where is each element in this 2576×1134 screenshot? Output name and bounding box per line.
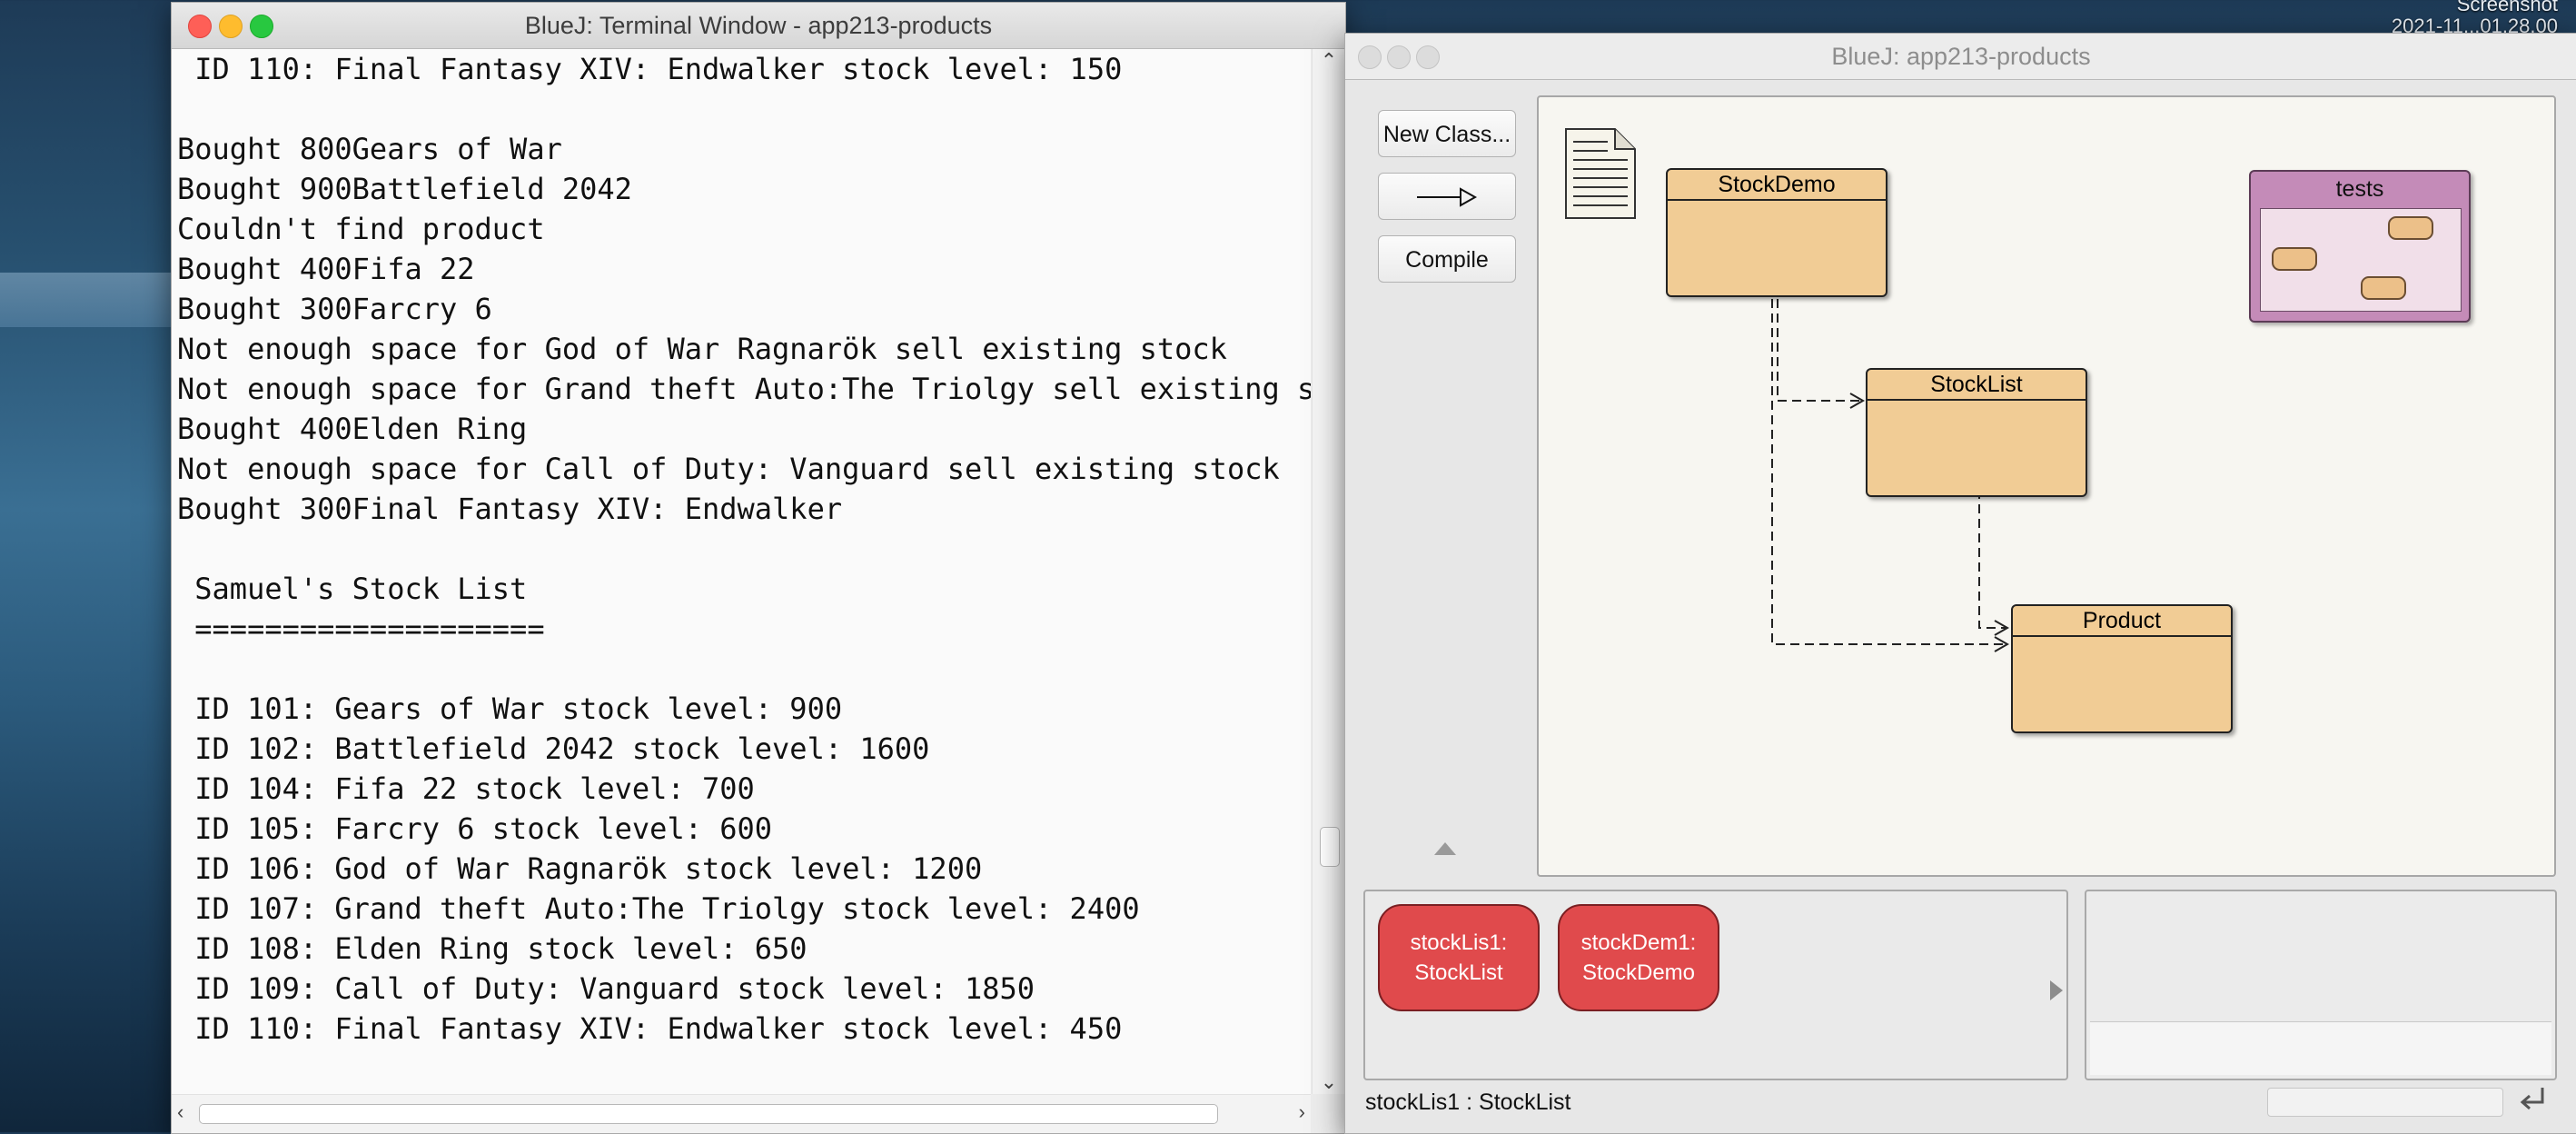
class-stockdemo-name: StockDemo xyxy=(1668,170,1886,201)
terminal-window: BlueJ: Terminal Window - app213-products… xyxy=(171,2,1346,1134)
compile-button[interactable]: Compile xyxy=(1378,235,1516,283)
zoom-button[interactable] xyxy=(1416,45,1440,69)
terminal-line: Bought 300Final Fantasy XIV: Endwalker xyxy=(177,492,843,526)
new-inheritance-arrow-button[interactable] xyxy=(1378,173,1516,220)
package-tests-name: tests xyxy=(2335,176,2384,202)
inheritance-arrow-icon xyxy=(1417,187,1478,207)
return-icon[interactable] xyxy=(2517,1084,2548,1115)
terminal-line: Not enough space for Grand theft Auto:Th… xyxy=(177,372,1311,406)
terminal-line: ID 110: Final Fantasy XIV: Endwalker sto… xyxy=(177,1011,1123,1046)
terminal-line: Couldn't find product xyxy=(177,212,545,246)
class-stocklist-name: StockList xyxy=(1868,370,2086,401)
class-diagram[interactable]: StockDemo StockList Product tests xyxy=(1537,95,2556,877)
vertical-scroll-thumb[interactable] xyxy=(1320,827,1340,867)
terminal-titlebar[interactable]: BlueJ: Terminal Window - app213-products xyxy=(172,3,1345,49)
codepad-panel[interactable] xyxy=(2085,890,2557,1080)
terminal-output[interactable]: ID 110: Final Fantasy XIV: Endwalker sto… xyxy=(172,49,1311,1094)
expand-bench-icon[interactable] xyxy=(2050,980,2063,1000)
terminal-line: Bought 300Farcry 6 xyxy=(177,292,492,326)
terminal-line: ID 110: Final Fantasy XIV: Endwalker sto… xyxy=(177,52,1123,86)
terminal-line: Not enough space for Call of Duty: Vangu… xyxy=(177,452,1280,486)
terminal-line: ID 107: Grand theft Auto:The Triolgy sto… xyxy=(177,891,1140,926)
terminal-line: Samuel's Stock List xyxy=(177,572,528,606)
terminal-line: Not enough space for God of War Ragnarök… xyxy=(177,332,1227,366)
terminal-line: ==================== xyxy=(177,612,545,646)
terminal-line: ID 108: Elden Ring stock level: 650 xyxy=(177,931,807,966)
package-mini-class xyxy=(2272,247,2317,271)
class-product-name: Product xyxy=(2013,606,2231,637)
terminal-line: ID 101: Gears of War stock level: 900 xyxy=(177,691,843,726)
class-product[interactable]: Product xyxy=(2011,604,2233,733)
new-class-button[interactable]: New Class... xyxy=(1378,110,1516,157)
terminal-line: Bought 400Fifa 22 xyxy=(177,252,475,286)
terminal-line: ID 102: Battlefield 2042 stock level: 16… xyxy=(177,731,930,766)
object-type: StockDemo xyxy=(1581,960,1696,985)
object-name: stockLis1: xyxy=(1410,930,1508,955)
zoom-button[interactable] xyxy=(250,15,273,38)
package-mini-class xyxy=(2361,276,2406,300)
bluej-title: BlueJ: app213-products xyxy=(1831,43,2091,70)
bluej-project-window: BlueJ: app213-products New Class... Comp… xyxy=(1344,33,2576,1134)
scroll-left-icon[interactable]: ‹ xyxy=(177,1100,183,1124)
close-button[interactable] xyxy=(1358,45,1382,69)
status-bar-text: stockLis1 : StockList xyxy=(1365,1089,1571,1115)
scroll-right-icon[interactable]: › xyxy=(1299,1100,1305,1124)
package-mini-class xyxy=(2388,216,2433,240)
package-tests-preview xyxy=(2260,208,2462,312)
package-tests[interactable]: tests xyxy=(2249,170,2471,323)
progress-indicator xyxy=(2267,1088,2503,1117)
object-stocklis1[interactable]: stockLis1: StockList xyxy=(1378,904,1540,1011)
terminal-title: BlueJ: Terminal Window - app213-products xyxy=(524,12,993,39)
terminal-line: ID 109: Call of Duty: Vanguard stock lev… xyxy=(177,971,1035,1006)
scroll-down-icon[interactable]: ⌄ xyxy=(1313,1070,1345,1094)
show-arrow-icon[interactable] xyxy=(1434,842,1456,855)
terminal-line: Bought 900Battlefield 2042 xyxy=(177,172,632,206)
terminal-line: ID 105: Farcry 6 stock level: 600 xyxy=(177,811,773,846)
class-stocklist[interactable]: StockList xyxy=(1866,368,2087,497)
object-bench[interactable]: stockLis1: StockList stockDem1: StockDem… xyxy=(1363,890,2068,1080)
scroll-up-icon[interactable]: ⌃ xyxy=(1313,49,1345,73)
horizontal-scrollbar[interactable]: ‹ › xyxy=(172,1094,1311,1133)
horizontal-scroll-thumb[interactable] xyxy=(199,1104,1218,1124)
desktop-horizon xyxy=(0,273,182,327)
terminal-line: ID 104: Fifa 22 stock level: 700 xyxy=(177,771,755,806)
vertical-scrollbar[interactable]: ⌃ ⌄ xyxy=(1312,49,1345,1094)
terminal-line: Bought 400Elden Ring xyxy=(177,412,528,446)
terminal-line: Bought 800Gears of War xyxy=(177,132,562,166)
close-button[interactable] xyxy=(188,15,212,38)
object-name: stockDem1: xyxy=(1580,930,1697,955)
minimize-button[interactable] xyxy=(1387,45,1411,69)
bluej-titlebar[interactable]: BlueJ: app213-products xyxy=(1345,34,2576,80)
minimize-button[interactable] xyxy=(219,15,243,38)
object-type: StockList xyxy=(1414,960,1503,985)
class-stockdemo[interactable]: StockDemo xyxy=(1666,168,1887,297)
terminal-line: ID 106: God of War Ragnarök stock level:… xyxy=(177,851,983,886)
object-stockdem1[interactable]: stockDem1: StockDemo xyxy=(1558,904,1719,1011)
codepad-input[interactable] xyxy=(2090,1021,2551,1075)
